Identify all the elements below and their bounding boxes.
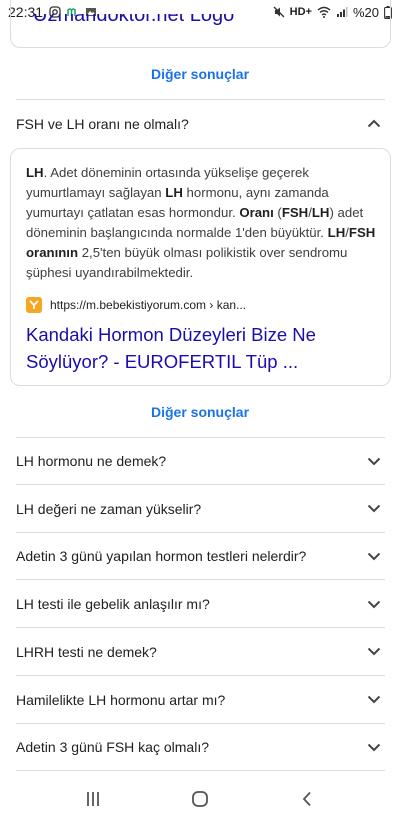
- source-url: https://m.bebekistiyorum.com › kan...: [50, 298, 247, 312]
- bold-term: FSH: [281, 205, 309, 220]
- question-row[interactable]: LHRH testi ne demek?: [16, 629, 385, 676]
- chevron-down-icon: [365, 643, 383, 661]
- expanded-question-row[interactable]: FSH ve LH oranı ne olmalı?: [16, 100, 385, 147]
- answer-card: LH. Adet döneminin ortasında yükselişe g…: [10, 148, 391, 386]
- more-results-link[interactable]: Diğer sonuçlar: [0, 66, 400, 82]
- bold-term: LH: [165, 185, 183, 200]
- question-row[interactable]: Adetin 3 günü FSH kaç olmalı?: [16, 724, 385, 772]
- answer-source[interactable]: https://m.bebekistiyorum.com › kan...: [26, 297, 246, 313]
- previous-result-logo-text: Uzmandoktor.net Logo: [33, 4, 235, 26]
- more-results-link-2[interactable]: Diğer sonuçlar: [0, 404, 400, 420]
- question-row[interactable]: LH değeri ne zaman yükselir?: [16, 486, 385, 533]
- question-row[interactable]: Adetin 3 günü yapılan hormon testleri ne…: [16, 533, 385, 581]
- question-text: Adetin 3 günü FSH kaç olmalı?: [16, 739, 209, 756]
- answer-snippet: LH. Adet döneminin ortasında yükselişe g…: [26, 163, 378, 283]
- system-nav-bar: [0, 776, 400, 822]
- question-text: LH değeri ne zaman yükselir?: [16, 500, 202, 517]
- previous-result-card: Uzmandoktor.net Logo: [10, 0, 391, 48]
- back-icon[interactable]: [292, 784, 322, 814]
- site-favicon-icon: [26, 297, 42, 313]
- question-row[interactable]: LH hormonu ne demek?: [16, 438, 385, 485]
- home-icon[interactable]: [185, 784, 215, 814]
- question-text: Hamilelikte LH hormonu artar mı?: [16, 691, 226, 708]
- question-text: LH testi ile gebelik anlaşılır mı?: [16, 596, 210, 613]
- result-title-link[interactable]: Kandaki Hormon Düzeyleri Bize Ne Söylüyo…: [26, 321, 366, 375]
- chevron-down-icon: [365, 691, 383, 709]
- question-text: Adetin 3 günü yapılan hormon testleri ne…: [16, 548, 307, 565]
- question-row[interactable]: Hamilelikte LH hormonu artar mı?: [16, 677, 385, 724]
- chevron-down-icon: [365, 595, 383, 613]
- chevron-down-icon: [365, 738, 383, 756]
- chevron-down-icon: [365, 500, 383, 518]
- snippet-text: (: [273, 205, 282, 220]
- question-text: FSH ve LH oranı ne olmalı?: [16, 115, 189, 132]
- question-text: LH hormonu ne demek?: [16, 453, 167, 469]
- chevron-down-icon: [365, 452, 383, 470]
- question-text: LHRH testi ne demek?: [16, 643, 157, 660]
- chevron-down-icon: [365, 547, 383, 565]
- bold-term: Oranı: [239, 205, 274, 220]
- chevron-up-icon: [365, 115, 383, 133]
- bold-term: LH: [327, 225, 346, 240]
- question-row[interactable]: LH testi ile gebelik anlaşılır mı?: [16, 581, 385, 629]
- recent-apps-icon[interactable]: [78, 784, 108, 814]
- bold-term: LH: [311, 205, 330, 220]
- bold-term: LH: [26, 165, 44, 180]
